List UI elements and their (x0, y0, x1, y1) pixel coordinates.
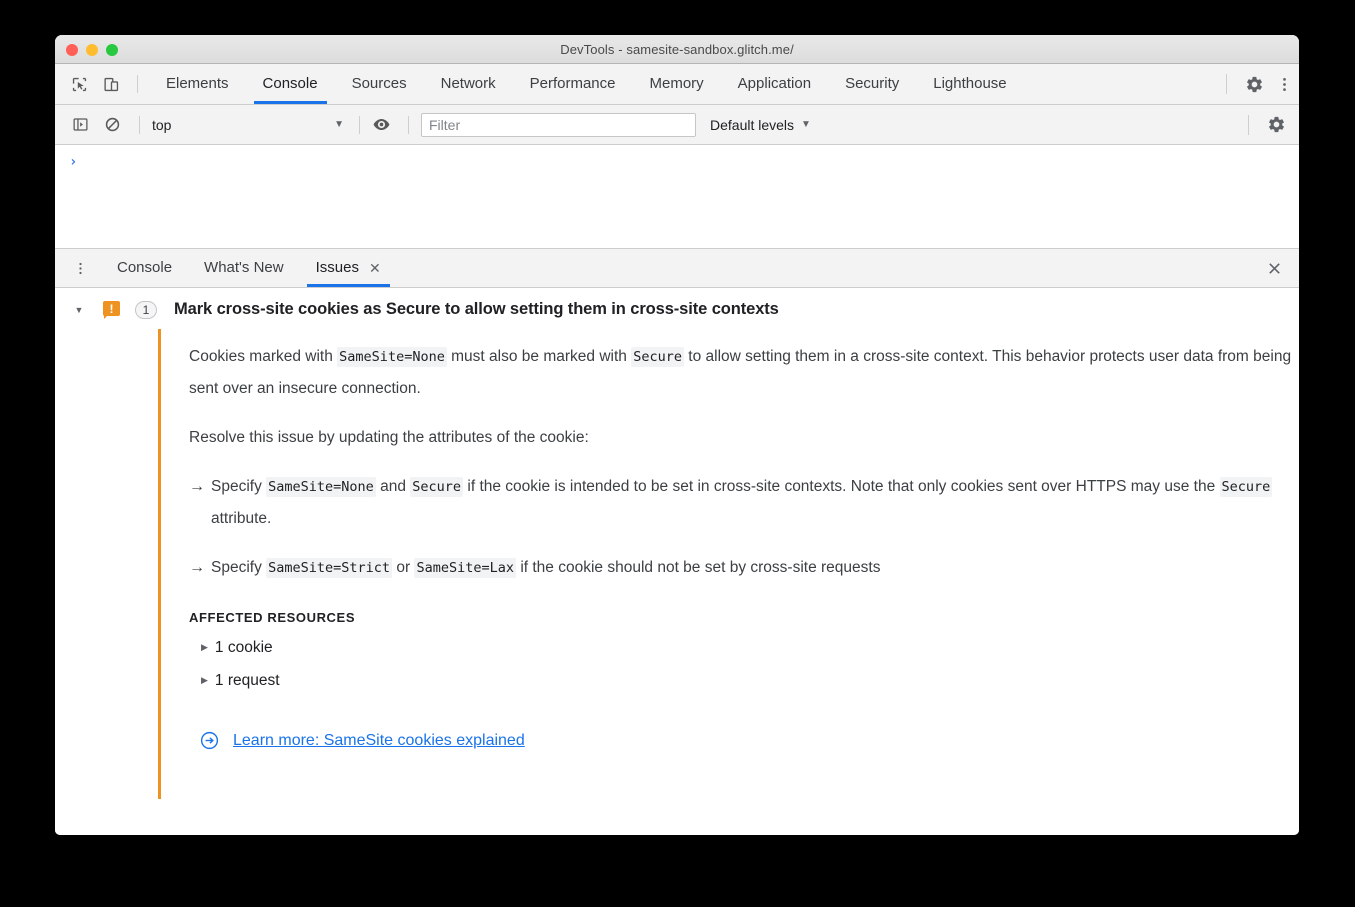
filterbar-divider-right (1248, 114, 1249, 135)
toolbar-divider (137, 75, 138, 93)
drawer-tab-bar: Console What's New Issues ✕ (55, 249, 1299, 288)
code-samesite-none-2: SameSite=None (266, 477, 376, 497)
console-filter-toolbar: top ▼ Default levels ▼ (55, 105, 1299, 145)
learn-more-link[interactable]: Learn more: SameSite cookies explained (233, 732, 525, 750)
issue-detail-body: Cookies marked with SameSite=None must a… (158, 329, 1299, 799)
main-toolbar: Elements Console Sources Network Perform… (55, 64, 1299, 105)
bullet1-text-4: attribute. (211, 510, 272, 527)
bullet1-text-1: Specify (211, 478, 267, 495)
drawer-tab-whats-new[interactable]: What's New (188, 249, 300, 287)
code-samesite-none: SameSite=None (337, 347, 447, 367)
filterbar-divider-1 (139, 115, 140, 134)
toolbar-divider-right (1226, 74, 1227, 94)
affected-resources-label: AFFECTED RESOURCES (189, 610, 356, 625)
issue-desc-text-1: Cookies marked with (189, 348, 338, 365)
drawer-tab-issues-label: Issues (315, 259, 359, 276)
console-sidebar-icon[interactable] (67, 112, 93, 138)
bullet2-text-2: or (392, 559, 415, 576)
inspect-element-icon[interactable] (65, 70, 93, 98)
code-secure-2: Secure (410, 477, 464, 497)
close-drawer-button[interactable] (1259, 253, 1289, 283)
execution-context-label: top (152, 116, 172, 133)
tab-memory[interactable]: Memory (633, 64, 721, 104)
tab-performance[interactable]: Performance (513, 64, 633, 104)
log-levels-selector[interactable]: Default levels ▼ (710, 117, 811, 133)
gear-icon[interactable] (1239, 69, 1269, 99)
tab-network[interactable]: Network (424, 64, 513, 104)
console-output-area[interactable]: › (55, 145, 1299, 249)
affected-resource-request-label: 1 request (214, 672, 280, 689)
issue-description-paragraph: Cookies marked with SameSite=None must a… (189, 329, 1299, 404)
traffic-light-buttons (66, 44, 118, 56)
close-window-button[interactable] (66, 44, 78, 56)
affected-resource-cookie-label: 1 cookie (214, 639, 273, 656)
live-expression-icon[interactable] (368, 112, 394, 138)
log-levels-label: Default levels (710, 116, 795, 133)
warning-exclamation-glyph: ! (109, 301, 114, 316)
issues-panel: ▼ ! 1 Mark cross-site cookies as Secure … (55, 288, 1299, 835)
learn-more-row[interactable]: Learn more: SameSite cookies explained (189, 730, 1299, 751)
drawer-tab-whats-new-label: What's New (204, 259, 284, 276)
console-prompt-icon: › (69, 154, 78, 170)
arrow-right-icon: → (189, 478, 205, 495)
zoom-window-button[interactable] (106, 44, 118, 56)
kebab-menu-icon[interactable] (1269, 69, 1299, 99)
filterbar-divider-2 (359, 115, 360, 134)
tab-console[interactable]: Console (246, 64, 335, 104)
devtools-window: DevTools - samesite-sandbox.glitch.me/ E… (55, 35, 1299, 835)
issue-count-badge: 1 (135, 300, 157, 319)
chevron-down-icon: ▼ (801, 119, 811, 130)
tab-application[interactable]: Application (721, 64, 828, 104)
window-title-bar: DevTools - samesite-sandbox.glitch.me/ (55, 35, 1299, 64)
drawer-tab-console[interactable]: Console (101, 249, 188, 287)
minimize-window-button[interactable] (86, 44, 98, 56)
code-secure-3: Secure (1219, 477, 1273, 497)
close-icon[interactable]: ✕ (369, 261, 381, 275)
filter-input[interactable] (421, 112, 696, 137)
window-title: DevTools - samesite-sandbox.glitch.me/ (560, 41, 794, 57)
issue-desc-text-2: must also be marked with (446, 348, 632, 365)
tab-elements[interactable]: Elements (149, 64, 246, 104)
device-toolbar-icon[interactable] (97, 70, 125, 98)
code-samesite-lax: SameSite=Lax (414, 558, 517, 578)
affected-resource-request[interactable]: ▶ 1 request (189, 664, 1299, 697)
drawer-kebab-menu-icon[interactable] (67, 255, 93, 281)
chevron-down-icon[interactable]: ▼ (69, 305, 89, 315)
bullet1-text-3: if the cookie is intended to be set in c… (463, 478, 1220, 495)
tab-security[interactable]: Security (828, 64, 916, 104)
drawer-tab-issues[interactable]: Issues ✕ (300, 249, 397, 287)
bullet2-text-3: if the cookie should not be set by cross… (516, 559, 881, 576)
bullet2-text-1: Specify (211, 559, 267, 576)
console-settings-gear-icon[interactable] (1261, 110, 1291, 140)
arrow-right-icon: → (189, 559, 205, 576)
execution-context-selector[interactable]: top ▼ (148, 113, 351, 137)
warning-icon: ! (103, 301, 120, 319)
chevron-right-icon: ▶ (201, 642, 208, 652)
issue-header-row[interactable]: ▼ ! 1 Mark cross-site cookies as Secure … (55, 288, 1299, 329)
bullet1-text-2: and (375, 478, 411, 495)
tab-sources[interactable]: Sources (335, 64, 424, 104)
drawer-tab-console-label: Console (117, 259, 173, 276)
issue-title: Mark cross-site cookies as Secure to all… (174, 300, 779, 318)
clear-console-icon[interactable] (99, 112, 125, 138)
code-secure: Secure (631, 347, 684, 367)
external-link-circle-arrow-icon (199, 730, 220, 751)
filterbar-divider-3 (408, 115, 409, 134)
issue-bullet-2: → Specify SameSite=Strict or SameSite=Lax… (189, 552, 1299, 584)
affected-resource-cookie[interactable]: ▶ 1 cookie (189, 631, 1299, 664)
issue-bullet-1: → Specify SameSite=None and Secure if the… (189, 471, 1299, 534)
code-samesite-strict: SameSite=Strict (266, 558, 393, 578)
tab-lighthouse[interactable]: Lighthouse (916, 64, 1023, 104)
chevron-right-icon: ▶ (201, 675, 208, 685)
chevron-down-icon: ▼ (334, 119, 344, 130)
issue-resolve-paragraph: Resolve this issue by updating the attri… (189, 429, 589, 446)
